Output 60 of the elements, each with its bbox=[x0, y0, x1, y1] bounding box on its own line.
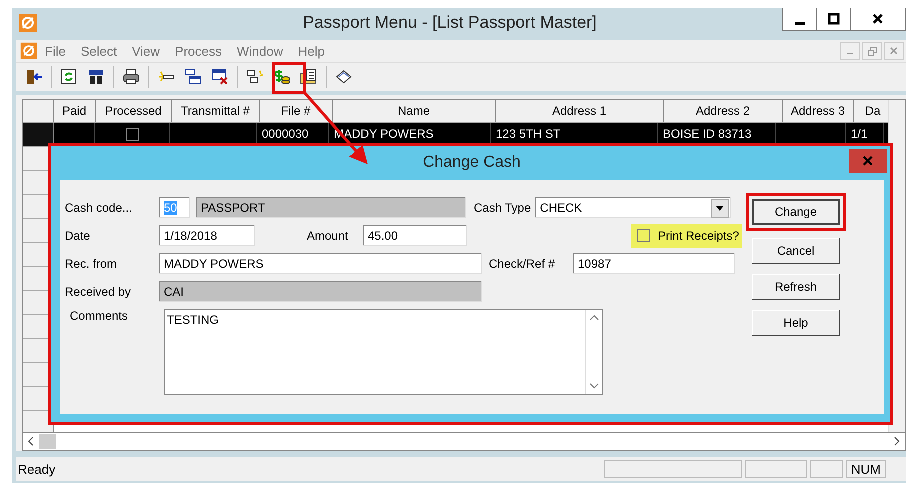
field-label: Cash Type bbox=[474, 200, 532, 214]
scroll-thumb[interactable] bbox=[39, 434, 56, 449]
menu-item[interactable]: Help bbox=[291, 44, 334, 58]
column-header[interactable]: Paid bbox=[54, 100, 96, 122]
highlight-box bbox=[272, 62, 306, 94]
scroll-up-icon[interactable] bbox=[590, 315, 598, 321]
menu-item[interactable]: Process bbox=[168, 44, 230, 58]
field-label: Received by bbox=[65, 284, 132, 298]
scroll-right-icon[interactable] bbox=[894, 437, 900, 446]
dialog-button[interactable]: Help bbox=[752, 310, 840, 336]
dropdown-arrow-icon bbox=[716, 206, 724, 211]
comments-textarea[interactable]: TESTING bbox=[164, 309, 603, 395]
field-label: Check/Ref # bbox=[489, 256, 556, 270]
input-field[interactable]: 45.00 bbox=[363, 225, 467, 246]
close-icon bbox=[890, 47, 898, 55]
window-title: Passport Menu - [List Passport Master] bbox=[302, 13, 598, 33]
maximize-icon bbox=[828, 13, 840, 25]
column-header[interactable]: Address 3 bbox=[783, 100, 854, 122]
dialog-title: Change Cash bbox=[423, 154, 521, 172]
horizontal-scrollbar[interactable] bbox=[22, 433, 906, 451]
input-field: CAI bbox=[159, 281, 482, 302]
print-receipts-checkbox[interactable]: Print Receipts? bbox=[631, 224, 742, 248]
field-label: Cash code... bbox=[65, 200, 134, 214]
menu-item[interactable]: Select bbox=[74, 44, 126, 58]
menu-item[interactable]: Window bbox=[230, 44, 292, 58]
close-icon bbox=[863, 156, 873, 166]
menu-item[interactable]: View bbox=[125, 44, 168, 58]
dropdown[interactable]: CHECK bbox=[535, 197, 732, 218]
restore-button[interactable] bbox=[862, 42, 882, 60]
dialog-button[interactable]: Refresh bbox=[752, 274, 840, 300]
column-header[interactable]: File # bbox=[260, 100, 333, 122]
input-field: PASSPORT bbox=[196, 197, 466, 218]
column-header[interactable]: Name bbox=[333, 100, 496, 122]
column-header[interactable]: Processed bbox=[96, 100, 172, 122]
column-header[interactable]: Transmittal # bbox=[172, 100, 260, 122]
scroll-left-icon[interactable] bbox=[28, 437, 34, 446]
status-pane bbox=[810, 460, 844, 478]
column-header[interactable]: Address 1 bbox=[496, 100, 664, 122]
restore-icon bbox=[868, 46, 876, 56]
status-indicator: NUM bbox=[846, 460, 886, 478]
minimize-icon bbox=[794, 22, 804, 24]
input-field[interactable]: 1/18/2018 bbox=[159, 225, 255, 246]
menu-item[interactable]: File bbox=[38, 44, 74, 58]
scroll-down-icon[interactable] bbox=[590, 383, 598, 389]
app-logo-icon bbox=[18, 13, 38, 33]
status-pane bbox=[745, 460, 808, 478]
field-label: Comments bbox=[69, 309, 130, 323]
status-text: Ready bbox=[17, 462, 57, 476]
field-label: Date bbox=[65, 228, 92, 242]
checkbox[interactable] bbox=[126, 128, 138, 141]
column-header[interactable]: Address 2 bbox=[664, 100, 783, 122]
row-header[interactable] bbox=[23, 123, 54, 146]
close-icon bbox=[872, 13, 884, 25]
input-field[interactable]: 10987 bbox=[573, 253, 735, 274]
field-label: Rec. from bbox=[65, 256, 118, 270]
dialog-button[interactable]: Cancel bbox=[752, 238, 840, 264]
app-logo-icon bbox=[20, 42, 38, 60]
dialog-button[interactable]: Change bbox=[752, 199, 840, 225]
field-label: Amount bbox=[307, 228, 350, 242]
input-field[interactable]: MADDY POWERS bbox=[159, 253, 482, 274]
